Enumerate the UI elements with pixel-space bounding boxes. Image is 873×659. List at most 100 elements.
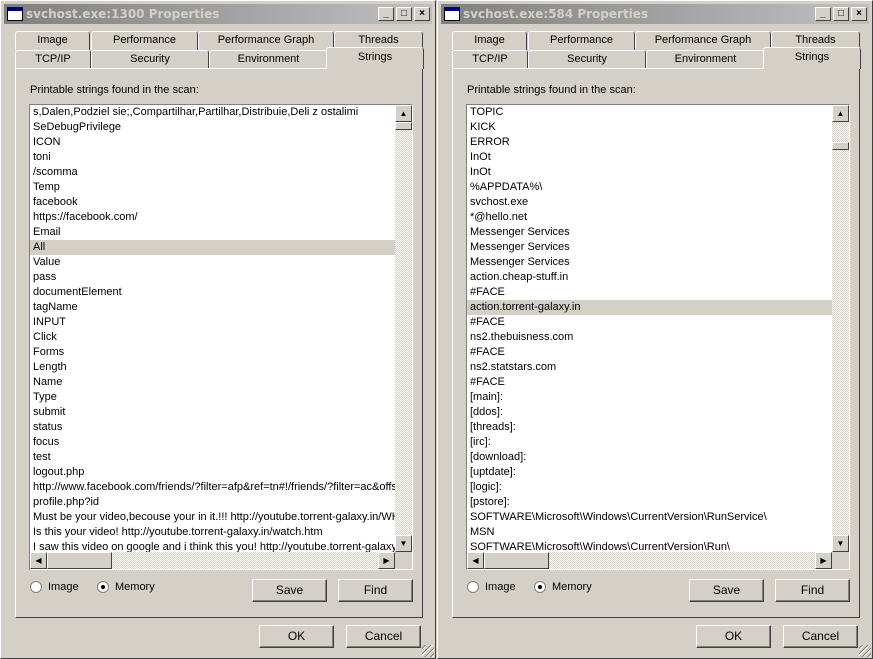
radio-button[interactable] — [534, 581, 546, 593]
scroll-up-button[interactable]: ▲ — [395, 105, 412, 122]
scroll-thumb[interactable] — [395, 122, 412, 130]
list-item[interactable]: logout.php — [30, 465, 395, 480]
list-item[interactable]: documentElement — [30, 285, 395, 300]
maximize-button[interactable]: □ — [396, 7, 412, 21]
list-item[interactable]: toni — [30, 150, 395, 165]
list-item[interactable]: Must be your video,becouse your in it.!!… — [30, 510, 395, 525]
scroll-right-button[interactable]: ▶ — [378, 552, 395, 569]
list-item[interactable]: facebook — [30, 195, 395, 210]
list-item[interactable]: #FACE — [467, 375, 832, 390]
list-item[interactable]: KICK — [467, 120, 832, 135]
tab-environment[interactable]: Environment — [646, 50, 765, 69]
horizontal-scroll-thumb[interactable] — [484, 552, 549, 569]
scroll-down-button[interactable]: ▼ — [832, 535, 849, 552]
horizontal-scroll-thumb[interactable] — [47, 552, 112, 569]
list-item[interactable]: Email — [30, 225, 395, 240]
list-item[interactable]: *@hello.net — [467, 210, 832, 225]
list-item[interactable]: InOt — [467, 150, 832, 165]
list-item[interactable]: ERROR — [467, 135, 832, 150]
list-item[interactable]: [ddos]: — [467, 405, 832, 420]
save-button[interactable]: Save — [689, 579, 764, 602]
list-item[interactable]: Temp — [30, 180, 395, 195]
list-item[interactable]: Is this your video! http://youtube.torre… — [30, 525, 395, 540]
minimize-button[interactable]: _ — [378, 7, 394, 21]
tab-strings[interactable]: Strings — [763, 47, 861, 69]
strings-list[interactable]: s,Dalen,Podziel sie;,Compartilhar,Partil… — [29, 104, 413, 570]
horizontal-scrollbar[interactable]: ◀ ▶ — [467, 552, 832, 569]
list-item[interactable]: [main]: — [467, 390, 832, 405]
find-button[interactable]: Find — [338, 579, 413, 602]
list-item[interactable]: focus — [30, 435, 395, 450]
list-item[interactable]: #FACE — [467, 285, 832, 300]
vertical-scrollbar[interactable]: ▲ ▼ — [832, 105, 849, 552]
scroll-thumb[interactable] — [832, 142, 849, 150]
radio-image[interactable]: Image — [467, 581, 516, 593]
list-item[interactable]: action.torrent-galaxy.in — [467, 300, 832, 315]
list-item[interactable]: [irc]: — [467, 435, 832, 450]
list-item[interactable]: Type — [30, 390, 395, 405]
save-button[interactable]: Save — [252, 579, 327, 602]
list-item[interactable]: [pstore]: — [467, 495, 832, 510]
list-item[interactable]: SOFTWARE\Microsoft\Windows\CurrentVersio… — [467, 540, 832, 552]
tab-performance[interactable]: Performance — [528, 31, 635, 50]
tab-image[interactable]: Image — [15, 31, 90, 50]
list-item[interactable]: s,Dalen,Podziel sie;,Compartilhar,Partil… — [30, 105, 395, 120]
radio-image[interactable]: Image — [30, 581, 79, 593]
vertical-scrollbar[interactable]: ▲ ▼ — [395, 105, 412, 552]
tab-strings[interactable]: Strings — [326, 47, 424, 69]
list-item[interactable]: %APPDATA%\ — [467, 180, 832, 195]
list-item[interactable]: #FACE — [467, 345, 832, 360]
list-item[interactable]: ns2.statstars.com — [467, 360, 832, 375]
list-item[interactable]: test — [30, 450, 395, 465]
title-bar[interactable]: svchost.exe:1300 Properties _ □ × — [4, 4, 432, 24]
list-item[interactable]: svchost.exe — [467, 195, 832, 210]
strings-list[interactable]: TOPIC KICK ERROR InOt InOt %APPDATA%\ svchost.… — [466, 104, 850, 570]
tab-tcp-ip[interactable]: TCP/IP — [15, 50, 91, 69]
close-button[interactable]: × — [851, 7, 867, 21]
list-item[interactable]: submit — [30, 405, 395, 420]
list-item[interactable]: Click — [30, 330, 395, 345]
scroll-right-button[interactable]: ▶ — [815, 552, 832, 569]
list-item[interactable]: [uptdate]: — [467, 465, 832, 480]
ok-button[interactable]: OK — [696, 625, 771, 648]
radio-memory[interactable]: Memory — [534, 581, 592, 593]
resize-grip[interactable] — [859, 645, 871, 657]
tab-environment[interactable]: Environment — [209, 50, 328, 69]
scroll-left-button[interactable]: ◀ — [30, 552, 47, 569]
cancel-button[interactable]: Cancel — [783, 625, 858, 648]
list-item[interactable]: ns2.thebuisness.com — [467, 330, 832, 345]
list-item[interactable]: All — [30, 240, 395, 255]
list-item[interactable]: Messenger Services — [467, 240, 832, 255]
list-item[interactable]: https://facebook.com/ — [30, 210, 395, 225]
resize-grip[interactable] — [422, 645, 434, 657]
tab-image[interactable]: Image — [452, 31, 527, 50]
title-bar[interactable]: svchost.exe:584 Properties _ □ × — [441, 4, 869, 24]
list-item[interactable]: profile.php?id — [30, 495, 395, 510]
list-item[interactable]: Forms — [30, 345, 395, 360]
list-item[interactable]: InOt — [467, 165, 832, 180]
cancel-button[interactable]: Cancel — [346, 625, 421, 648]
list-item[interactable]: status — [30, 420, 395, 435]
list-item[interactable]: Value — [30, 255, 395, 270]
list-item[interactable]: Length — [30, 360, 395, 375]
list-item[interactable]: [logic]: — [467, 480, 832, 495]
list-item[interactable]: Name — [30, 375, 395, 390]
list-item[interactable]: tagName — [30, 300, 395, 315]
tab-performance[interactable]: Performance — [91, 31, 198, 50]
list-item[interactable]: SOFTWARE\Microsoft\Windows\CurrentVersio… — [467, 510, 832, 525]
list-item[interactable]: MSN — [467, 525, 832, 540]
find-button[interactable]: Find — [775, 579, 850, 602]
list-item[interactable]: SeDebugPrivilege — [30, 120, 395, 135]
tab-tcp-ip[interactable]: TCP/IP — [452, 50, 528, 69]
scroll-down-button[interactable]: ▼ — [395, 535, 412, 552]
tab-security[interactable]: Security — [528, 50, 646, 69]
list-item[interactable]: [threads]: — [467, 420, 832, 435]
ok-button[interactable]: OK — [259, 625, 334, 648]
radio-button[interactable] — [30, 581, 42, 593]
list-item[interactable]: Messenger Services — [467, 225, 832, 240]
list-item[interactable]: Messenger Services — [467, 255, 832, 270]
radio-button[interactable] — [97, 581, 109, 593]
maximize-button[interactable]: □ — [833, 7, 849, 21]
list-item[interactable]: INPUT — [30, 315, 395, 330]
list-item[interactable]: #FACE — [467, 315, 832, 330]
